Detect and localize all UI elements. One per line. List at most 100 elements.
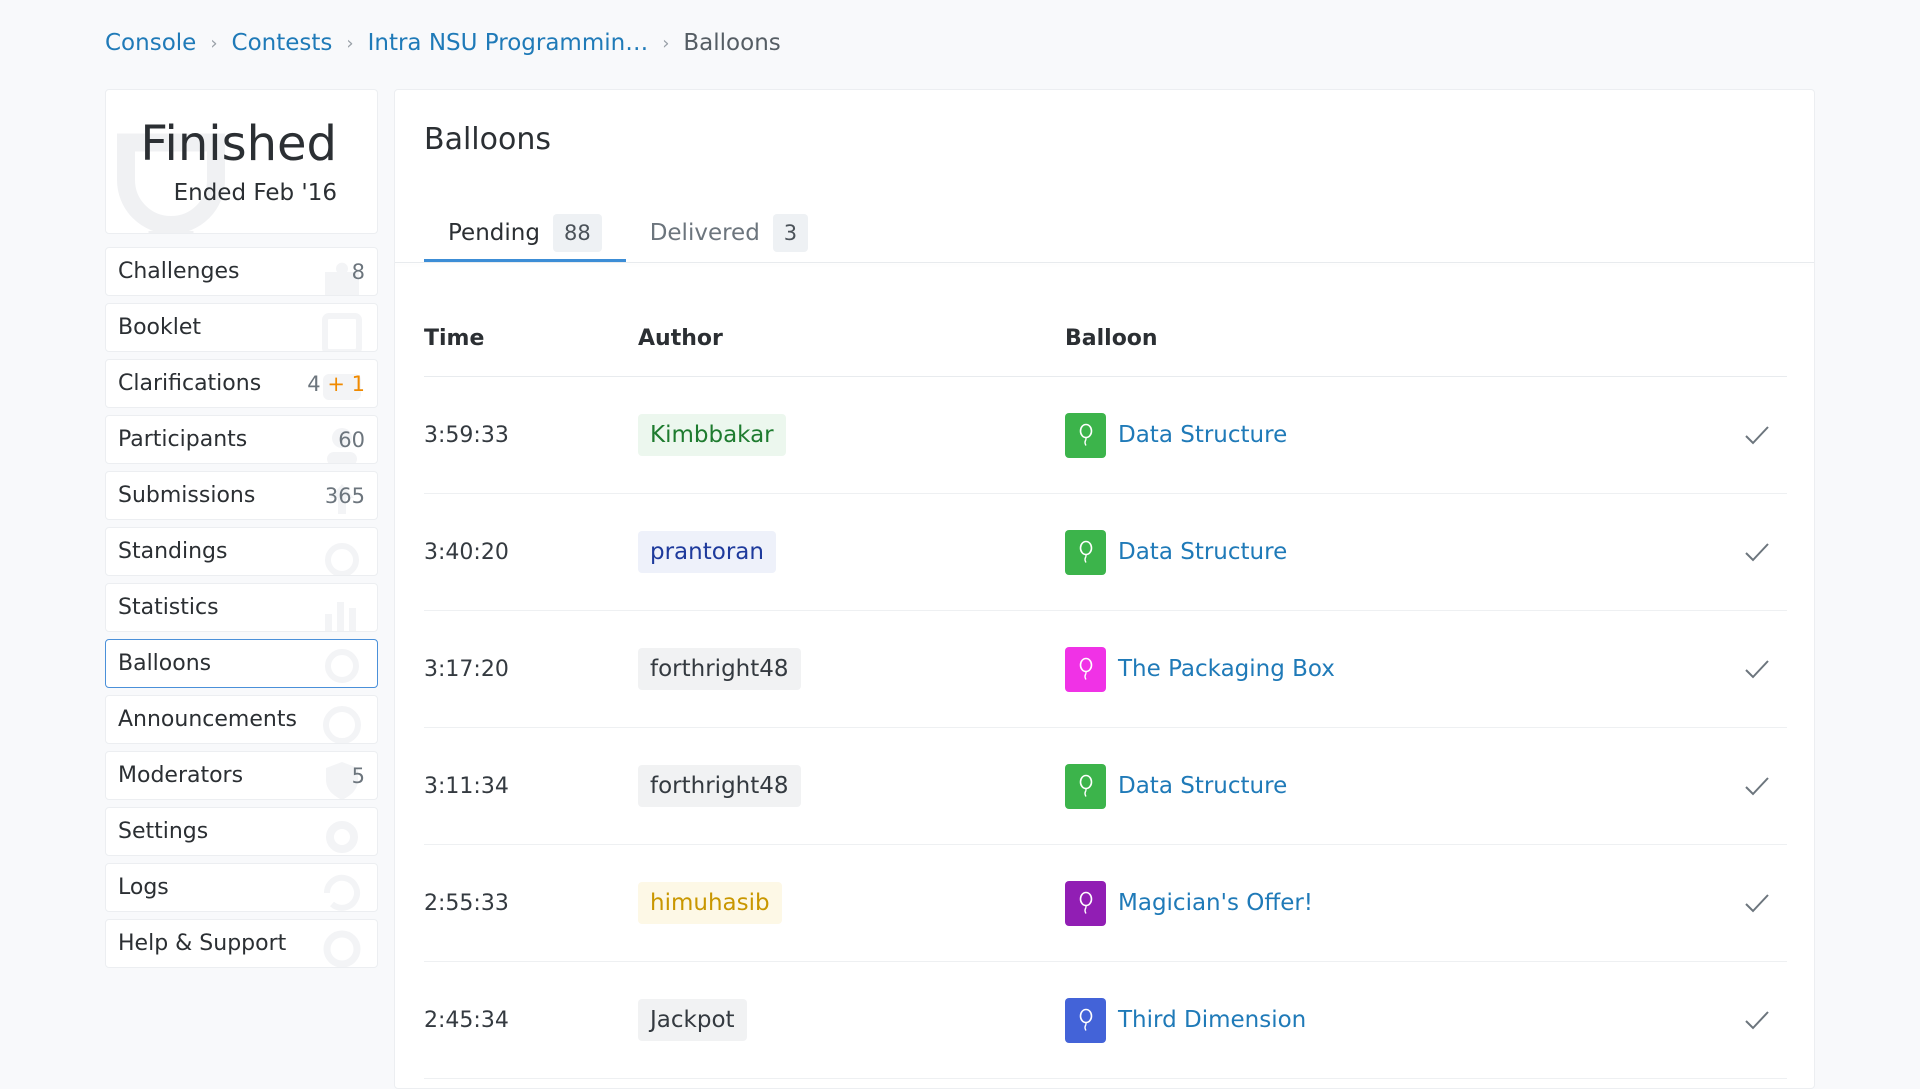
sidebar-item-help[interactable]: Help & Support (105, 919, 378, 968)
row-time: 3:40:20 (424, 539, 509, 565)
mark-delivered-check-icon[interactable] (1743, 541, 1771, 563)
page-title: Balloons (424, 122, 551, 157)
row-balloon-cell: Magician's Offer! (1065, 880, 1727, 926)
row-time: 3:59:33 (424, 422, 509, 448)
balloon-problem-link[interactable]: Data Structure (1118, 773, 1287, 799)
contest-status-card: Finished Ended Feb '16 (105, 89, 378, 234)
row-action-cell (1727, 1009, 1787, 1031)
table-row: 3:11:34 forthright48 Data Structure (424, 728, 1787, 845)
table-row: 3:59:33 Kimbbakar Data Structure (424, 377, 1787, 494)
row-time: 3:17:20 (424, 656, 509, 682)
author-chip[interactable]: Jackpot (638, 999, 747, 1041)
mark-delivered-check-icon[interactable] (1743, 424, 1771, 446)
balloon-problem-link[interactable]: Magician's Offer! (1118, 890, 1313, 916)
sidebar-item-count: 4 + 1 (307, 372, 365, 396)
sidebar-item-label: Booklet (118, 315, 202, 340)
breadcrumb-current: Balloons (683, 30, 781, 56)
table-header: Time Author Balloon (424, 301, 1787, 377)
balloon-problem-link[interactable]: Data Structure (1118, 539, 1287, 565)
balloon-tabs: Pending 88 Delivered 3 (424, 206, 832, 262)
mark-delivered-check-icon[interactable] (1743, 892, 1771, 914)
tab-label: Pending (448, 219, 540, 246)
row-author-cell: Kimbbakar (638, 414, 1065, 456)
author-chip[interactable]: prantoran (638, 531, 776, 573)
balloons-panel: Balloons Pending 88 Delivered 3 Time Aut… (394, 89, 1815, 1089)
table-row: 2:45:34 Jackpot Third Dimension (424, 962, 1787, 1079)
sidebar-item-booklet[interactable]: Booklet (105, 303, 378, 352)
breadcrumb: Console › Contests › Intra NSU Programmi… (105, 30, 781, 56)
sidebar-item-clarifications[interactable]: Clarifications 4 + 1 (105, 359, 378, 408)
row-action-cell (1727, 658, 1787, 680)
sidebar-item-label: Statistics (118, 595, 219, 620)
sidebar-item-label: Challenges (118, 259, 240, 284)
sidebar-item-label: Moderators (118, 763, 244, 788)
gear-icon (326, 821, 358, 853)
balloon-color-icon (1065, 880, 1106, 926)
medal-icon (325, 543, 359, 575)
table-row: 3:40:20 prantoran Data Structure (424, 494, 1787, 611)
sidebar-item-standings[interactable]: Standings (105, 527, 378, 576)
lifebuoy-icon (323, 930, 361, 967)
sidebar-item-label: Settings (118, 819, 209, 844)
balloon-problem-link[interactable]: Third Dimension (1118, 1007, 1306, 1033)
author-chip[interactable]: forthright48 (638, 765, 801, 807)
sidebar-item-participants[interactable]: Participants 60 (105, 415, 378, 464)
author-chip[interactable]: himuhasib (638, 882, 782, 924)
breadcrumb-console[interactable]: Console (105, 30, 196, 56)
sidebar-item-balloons[interactable]: Balloons (105, 639, 378, 688)
sidebar-item-statistics[interactable]: Statistics (105, 583, 378, 632)
sidebar-item-submissions[interactable]: Submissions 365 (105, 471, 378, 520)
row-time: 2:55:33 (424, 890, 509, 916)
tab-count-badge: 88 (552, 213, 602, 252)
row-action-cell (1727, 541, 1787, 563)
row-balloon-cell: Data Structure (1065, 412, 1727, 458)
sidebar-item-label: Announcements (118, 707, 297, 732)
sidebar-item-settings[interactable]: Settings (105, 807, 378, 856)
balloon-problem-link[interactable]: The Packaging Box (1118, 656, 1335, 682)
row-author-cell: Jackpot (638, 999, 1065, 1041)
tabs-divider (395, 262, 1814, 263)
mark-delivered-check-icon[interactable] (1743, 658, 1771, 680)
sidebar-item-count: 8 (351, 259, 365, 284)
balloon-color-icon (1065, 412, 1106, 458)
balloon-color-icon (1065, 763, 1106, 809)
chevron-right-icon: › (662, 32, 670, 54)
clarifications-new-count: + 1 (327, 371, 365, 396)
balloon-problem-link[interactable]: Data Structure (1118, 422, 1287, 448)
tab-pending[interactable]: Pending 88 (424, 206, 626, 262)
table-row: 3:17:20 forthright48 The Packaging Box (424, 611, 1787, 728)
sidebar-item-count: 5 (351, 763, 365, 788)
author-chip[interactable]: Kimbbakar (638, 414, 786, 456)
balloon-color-icon (1065, 997, 1106, 1043)
balloon-icon (325, 649, 359, 683)
table-body: 3:59:33 Kimbbakar Data Structure 3:40:20… (424, 377, 1787, 1079)
balloon-color-icon (1065, 529, 1106, 575)
sidebar-nav: Challenges 8 Booklet Clarifications 4 + … (105, 247, 378, 975)
breadcrumb-contests[interactable]: Contests (232, 30, 333, 56)
breadcrumb-contest[interactable]: Intra NSU Programmin… (368, 30, 649, 56)
bar-chart-icon (325, 602, 356, 631)
mark-delivered-check-icon[interactable] (1743, 1009, 1771, 1031)
balloons-table: Time Author Balloon 3:59:33 Kimbbakar Da… (424, 301, 1787, 1079)
author-chip[interactable]: forthright48 (638, 648, 801, 690)
sidebar-item-count: 365 (324, 483, 365, 508)
sidebar-item-challenges[interactable]: Challenges 8 (105, 247, 378, 296)
sidebar-item-label: Clarifications (118, 371, 262, 396)
sidebar-item-moderators[interactable]: Moderators 5 (105, 751, 378, 800)
sidebar-item-label: Help & Support (118, 931, 287, 956)
tab-label: Delivered (649, 219, 760, 246)
row-time: 3:11:34 (424, 773, 509, 799)
sidebar-item-label: Logs (118, 875, 169, 900)
tab-delivered[interactable]: Delivered 3 (626, 206, 832, 262)
tab-count-badge: 3 (772, 213, 809, 252)
row-action-cell (1727, 892, 1787, 914)
balloon-color-icon (1065, 646, 1106, 692)
sidebar-item-logs[interactable]: Logs (105, 863, 378, 912)
mark-delivered-check-icon[interactable] (1743, 775, 1771, 797)
sidebar-item-label: Standings (118, 539, 228, 564)
sidebar-item-label: Balloons (118, 651, 212, 676)
row-author-cell: forthright48 (638, 648, 1065, 690)
table-row: 2:55:33 himuhasib Magician's Offer! (424, 845, 1787, 962)
book-icon (322, 313, 362, 351)
sidebar-item-announcements[interactable]: Announcements (105, 695, 378, 744)
